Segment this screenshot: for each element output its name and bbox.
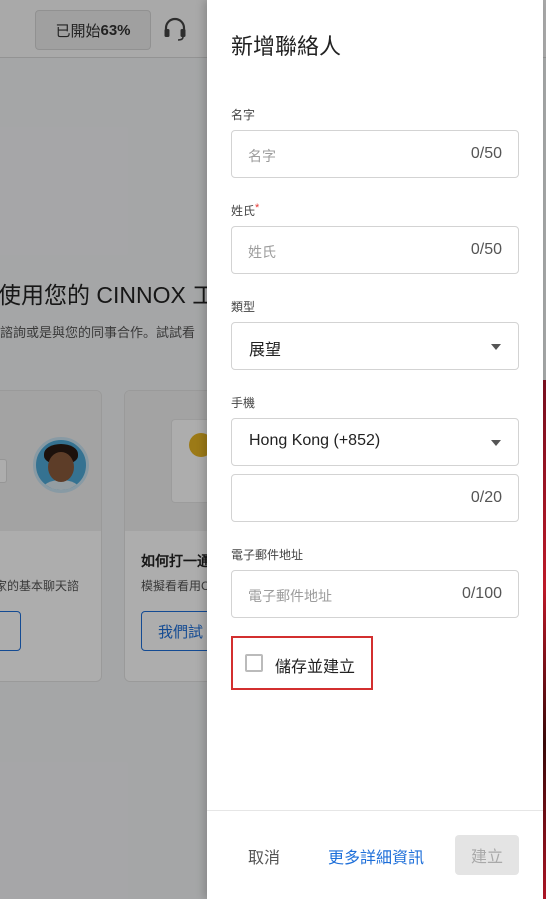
- country-code-select[interactable]: Hong Kong (+852): [231, 418, 519, 466]
- email-label: 電子郵件地址: [231, 548, 304, 562]
- mobile-label: 手機: [231, 396, 256, 410]
- email-counter: 0/100: [461, 585, 502, 602]
- type-label: 類型: [231, 300, 256, 314]
- first-name-field[interactable]: 名字 0/50: [231, 130, 519, 178]
- more-details-button[interactable]: 更多詳細資訊: [328, 844, 424, 868]
- first-name-counter: 0/50: [470, 145, 502, 162]
- save-and-create-checkbox[interactable]: [245, 654, 263, 672]
- cancel-button[interactable]: 取消: [248, 844, 280, 868]
- mobile-number-field[interactable]: 0/20: [231, 474, 519, 522]
- save-and-create-label[interactable]: 儲存並建立: [275, 653, 355, 677]
- type-value: 展望: [249, 342, 282, 359]
- email-placeholder: 電子郵件地址: [248, 588, 332, 604]
- mobile-counter: 0/20: [470, 489, 502, 506]
- add-contact-drawer: 新增聯絡人 名字 名字 0/50 姓氏* 姓氏 0/50 類型 展望 手機 Ho…: [207, 0, 543, 899]
- first-name-placeholder: 名字: [248, 148, 276, 164]
- last-name-label-text: 姓氏: [231, 204, 256, 218]
- last-name-field[interactable]: 姓氏 0/50: [231, 226, 519, 274]
- drawer-title: 新增聯絡人: [231, 34, 342, 59]
- create-button[interactable]: 建立: [455, 835, 519, 875]
- last-name-label: 姓氏*: [231, 202, 259, 219]
- last-name-placeholder: 姓氏: [248, 244, 276, 260]
- chevron-down-icon: [491, 344, 501, 350]
- required-mark: *: [255, 202, 260, 214]
- email-field[interactable]: 電子郵件地址 0/100: [231, 570, 519, 618]
- chevron-down-icon: [491, 440, 501, 446]
- last-name-counter: 0/50: [470, 241, 502, 258]
- first-name-label: 名字: [231, 108, 256, 122]
- country-code-value: Hong Kong (+852): [249, 432, 381, 449]
- save-and-create-option[interactable]: 儲存並建立: [231, 636, 373, 690]
- type-select[interactable]: 展望: [231, 322, 519, 370]
- footer-divider: [207, 810, 543, 811]
